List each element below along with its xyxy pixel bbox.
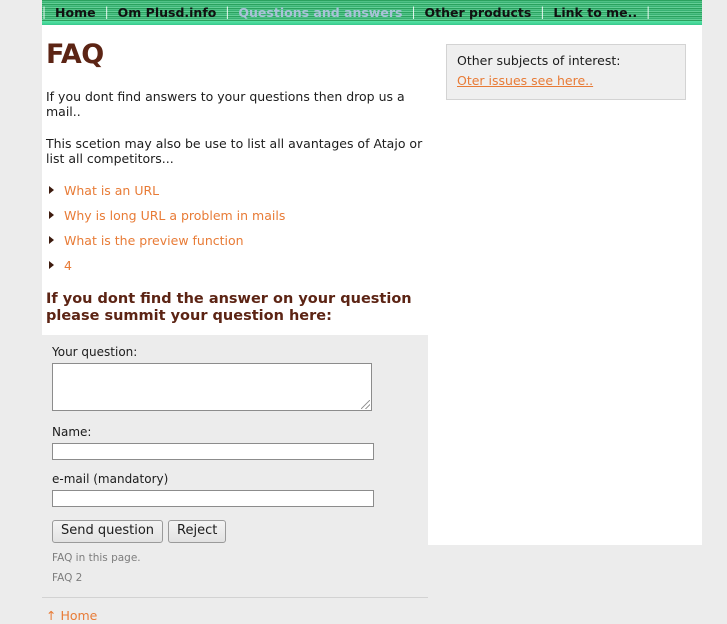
faq-link-long-url-problem[interactable]: Why is long URL a problem in mails — [64, 208, 285, 223]
arrow-right-icon — [49, 236, 54, 244]
arrow-right-icon — [49, 211, 54, 219]
question-field-label: Your question: — [52, 345, 138, 359]
email-field-label: e-mail (mandatory) — [52, 472, 169, 486]
form-button-row: Send question Reject — [52, 520, 418, 543]
arrow-right-icon — [49, 261, 54, 269]
top-navigation-bar: | Home | Om Plusd.info | Questions and a… — [42, 0, 702, 25]
footer-home-row: ↑ Home — [42, 598, 432, 624]
faq-question-list: What is an URL Why is long URL a problem… — [42, 184, 432, 274]
faq-link-4[interactable]: 4 — [64, 258, 72, 273]
question-textarea-wrapper — [52, 363, 372, 411]
list-item: Why is long URL a problem in mails — [46, 209, 432, 224]
nav-item-link-to-me[interactable]: Link to me.. — [544, 4, 646, 21]
page-title: FAQ — [46, 39, 104, 70]
secondary-paragraph: This scetion may also be use to list all… — [46, 136, 423, 166]
send-question-button[interactable]: Send question — [52, 520, 164, 543]
nav-item-questions-and-answers[interactable]: Questions and answers — [229, 4, 411, 21]
nav-separator: | — [540, 5, 545, 19]
nav-separator: | — [411, 5, 416, 19]
nav-separator: | — [42, 5, 47, 19]
reject-button[interactable]: Reject — [168, 520, 227, 543]
main-content-column: FAQ If you dont find answers to your que… — [42, 25, 432, 624]
footnote-faq-2: FAQ 2 — [52, 572, 83, 584]
nav-item-other-products[interactable]: Other products — [415, 4, 540, 21]
nav-item-home[interactable]: Home — [46, 4, 105, 21]
nav-separator: | — [225, 5, 230, 19]
faq-link-what-is-an-url[interactable]: What is an URL — [64, 183, 159, 198]
nav-item-list: | Home | Om Plusd.info | Questions and a… — [42, 4, 650, 21]
name-input[interactable] — [52, 443, 374, 460]
name-field-label: Name: — [52, 425, 92, 439]
list-item: 4 — [46, 259, 432, 274]
list-item: What is the preview function — [46, 234, 432, 249]
page-body: FAQ If you dont find answers to your que… — [42, 25, 702, 623]
sidebar-other-subjects-box: Other subjects of interest: Oter issues … — [446, 44, 686, 100]
question-input[interactable] — [52, 363, 372, 411]
faq-link-preview-function[interactable]: What is the preview function — [64, 233, 244, 248]
email-input[interactable] — [52, 490, 374, 507]
sidebar-other-issues-link[interactable]: Oter issues see here.. — [457, 73, 593, 88]
arrow-right-icon — [49, 186, 54, 194]
sidebar-heading: Other subjects of interest: — [457, 53, 621, 68]
question-form-panel: Your question: Name: e-mail (mandatory) … — [42, 335, 428, 598]
nav-separator: | — [646, 5, 651, 19]
intro-paragraph: If you dont find answers to your questio… — [46, 89, 405, 119]
list-item: What is an URL — [46, 184, 432, 199]
footnote-faq-in-this-page: FAQ in this page. — [52, 552, 141, 564]
back-to-home-link[interactable]: ↑ Home — [46, 608, 97, 623]
summit-question-heading: If you dont find the answer on your ques… — [46, 291, 412, 324]
nav-item-om-plusd-info[interactable]: Om Plusd.info — [109, 4, 226, 21]
nav-separator: | — [104, 5, 109, 19]
